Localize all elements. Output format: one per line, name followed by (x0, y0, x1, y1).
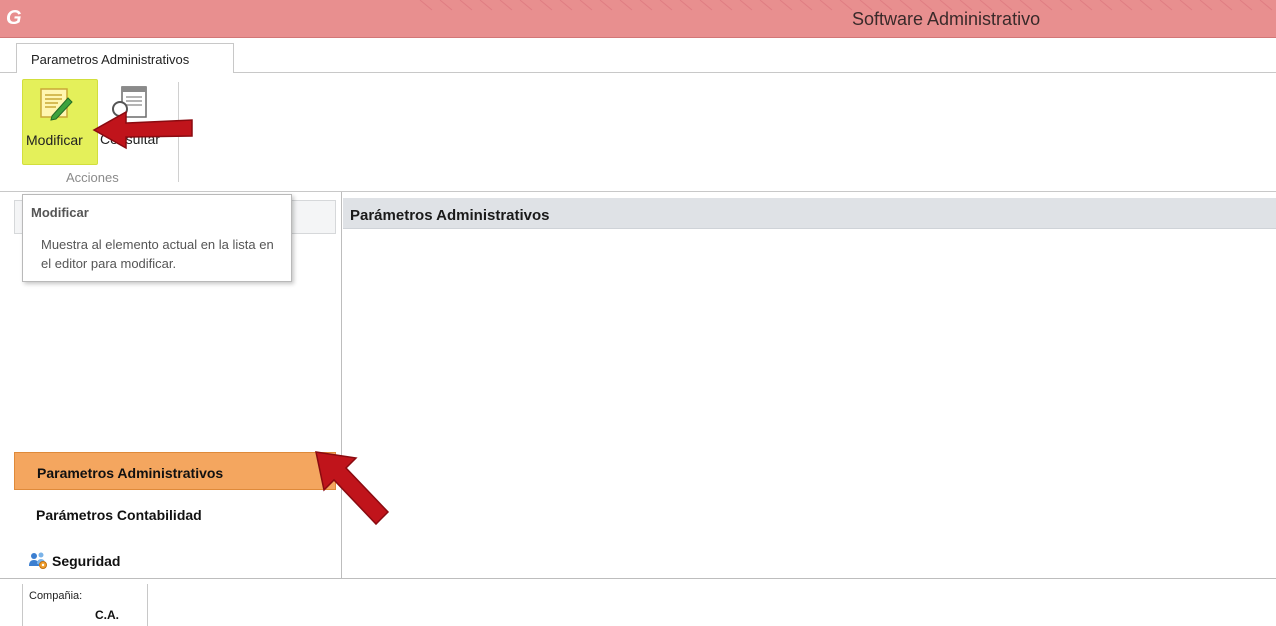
ribbon-tab-parametros-administrativos[interactable]: Parametros Administrativos (16, 43, 234, 73)
company-label: Compañia: (29, 590, 83, 602)
modificar-button[interactable]: Modificar (22, 79, 98, 165)
nav-item-seguridad[interactable]: Seguridad (14, 536, 336, 574)
window-title: Software Administrativo (852, 9, 1041, 29)
users-gear-icon (29, 552, 47, 569)
modificar-label: Modificar (26, 132, 83, 148)
edit-document-icon (40, 88, 73, 121)
annotation-arrow-modificar-icon (92, 110, 193, 150)
status-bar-border (0, 578, 1276, 579)
nav-item-parametros-administrativos[interactable]: Parametros Administrativos (14, 452, 336, 490)
tooltip-title: Modificar (31, 205, 89, 220)
nav-item-label: Parametros Administrativos (37, 465, 224, 481)
ribbon-tab-divider (0, 72, 16, 73)
company-value: C.A. (95, 608, 119, 622)
nav-item-parametros-contabilidad[interactable]: Parámetros Contabilidad (14, 495, 336, 533)
title-bar: G Software Administrativo (0, 0, 1276, 38)
tooltip-body: Muestra al elemento actual en la lista e… (41, 237, 274, 271)
content-title: Parámetros Administrativos (350, 207, 550, 224)
modificar-tooltip: Modificar Muestra al elemento actual en … (22, 194, 292, 282)
app-logo-icon[interactable]: G (6, 7, 28, 29)
nav-item-label: Seguridad (52, 553, 121, 569)
status-company: Compañia: C.A. (22, 584, 148, 626)
titlebar-hatch-pattern (419, 0, 1273, 11)
nav-item-label: Parámetros Contabilidad (36, 507, 202, 523)
ribbon-group-label: Acciones (66, 170, 119, 185)
content-header: Parámetros Administrativos (343, 198, 1276, 229)
ribbon-tab-divider (234, 72, 1276, 73)
annotation-arrow-nav-icon (315, 451, 390, 526)
